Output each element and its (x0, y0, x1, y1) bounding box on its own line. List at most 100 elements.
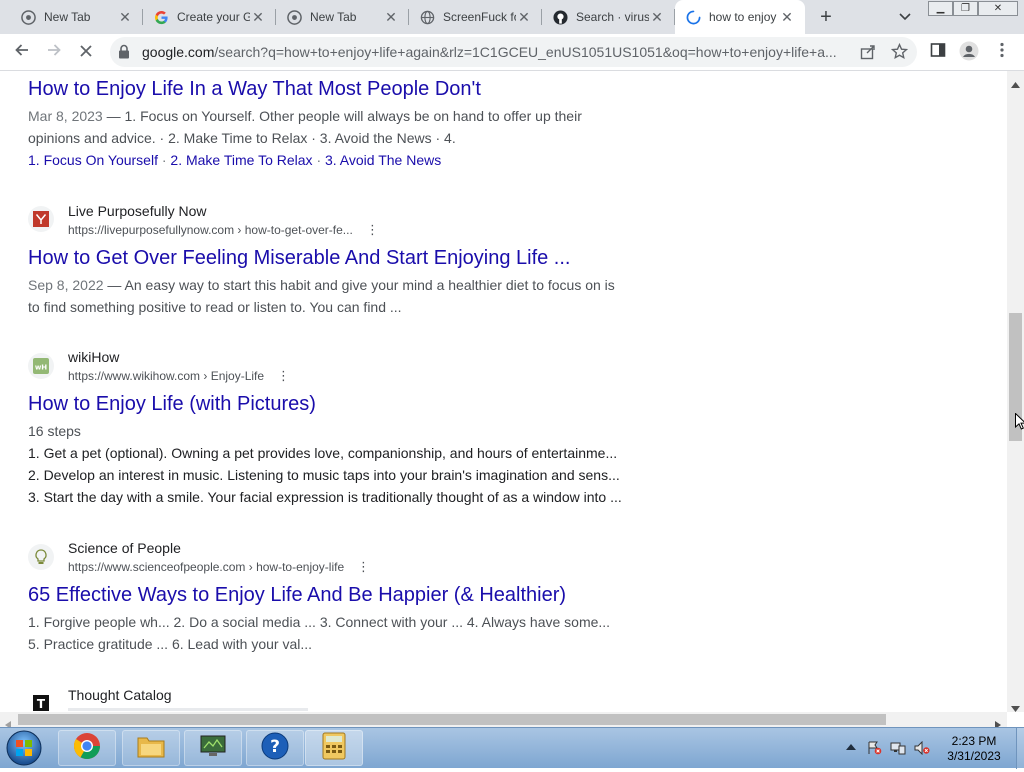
system-clock[interactable]: 2:23 PM 3/31/2023 (936, 734, 1012, 764)
result-site-name[interactable]: Thought Catalog (68, 687, 172, 703)
close-icon[interactable]: ✕ (779, 9, 795, 26)
taskbar-chrome[interactable] (58, 730, 116, 766)
result-step: 1. Get a pet (optional). Owning a pet pr… (28, 445, 618, 461)
result-step: 2. Develop an interest in music. Listeni… (28, 467, 620, 483)
result-snippet-line2: opinions and advice. · 2. Make Time to R… (28, 130, 456, 146)
vertical-scrollbar[interactable] (1007, 71, 1024, 712)
scroll-up-arrow-icon[interactable] (1011, 75, 1020, 93)
horizontal-scrollbar-thumb[interactable] (18, 714, 886, 725)
close-icon[interactable]: ✕ (516, 9, 532, 26)
result-snippet: Sep 8, 2022 — An easy way to start this … (28, 277, 615, 293)
windows-taskbar: ? 2:23 PM 3/31/2023 (0, 727, 1024, 769)
result-snippet-line2: 5. Practice gratitude ... 6. Lead with y… (28, 636, 313, 652)
taskbar-file-explorer[interactable] (122, 730, 180, 766)
sublink[interactable]: 2. Make Time To Relax (170, 152, 312, 168)
side-panel-icon[interactable] (926, 41, 950, 65)
result-site-name[interactable]: wikiHow (68, 349, 119, 365)
close-icon[interactable]: ✕ (117, 9, 133, 26)
tab-title: ScreenFuck fo (443, 10, 516, 24)
tab-strip: New Tab ✕ Create your G ✕ New Tab ✕ Scre… (0, 0, 1024, 34)
result-title-link[interactable]: 65 Effective Ways to Enjoy Life And Be H… (28, 584, 566, 607)
url-host: google.com (142, 44, 215, 60)
bookmark-star-icon[interactable] (890, 42, 909, 65)
clock-date: 3/31/2023 (947, 749, 1001, 763)
result-url[interactable]: https://livepurposefullynow.com › how-to… (68, 223, 353, 237)
forward-arrow-icon[interactable] (42, 41, 66, 65)
chrome-icon (20, 9, 36, 25)
tab-search-chevron-icon[interactable] (895, 7, 915, 27)
tab-new-tab-2[interactable]: New Tab ✕ (276, 0, 409, 34)
more-options-icon[interactable]: ⋮ (366, 223, 379, 237)
address-bar[interactable]: google.com/search?q=how+to+enjoy+life+ag… (110, 37, 917, 67)
separator: · (312, 152, 326, 168)
tab-how-to-enjoy[interactable]: how to enjoy ✕ (675, 0, 805, 34)
close-window-button[interactable]: ✕ (978, 1, 1018, 16)
back-arrow-icon[interactable] (10, 41, 34, 65)
url-text[interactable]: google.com/search?q=how+to+enjoy+life+ag… (142, 44, 847, 60)
result-url-cutoff (68, 708, 308, 711)
result-meta: 16 steps (28, 423, 81, 439)
more-options-icon[interactable]: ⋮ (357, 560, 370, 574)
result-title-link[interactable]: How to Enjoy Life (with Pictures) (28, 393, 316, 416)
science-of-people-favicon-icon (28, 544, 54, 570)
taskbar-computer[interactable] (184, 730, 242, 766)
tab-create-google[interactable]: Create your G ✕ (143, 0, 276, 34)
scroll-down-arrow-icon[interactable] (1011, 699, 1020, 717)
help-icon: ? (260, 731, 290, 766)
result-site-name[interactable]: Science of People (68, 540, 181, 556)
sublink[interactable]: 3. Avoid The News (325, 152, 441, 168)
menu-kebab-icon[interactable] (990, 41, 1014, 65)
snippet-text: — An easy way to start this habit and gi… (103, 277, 615, 293)
taskbar-calculator[interactable] (305, 730, 363, 766)
more-options-icon[interactable]: ⋮ (277, 369, 290, 383)
network-icon[interactable] (890, 741, 906, 755)
profile-avatar-icon[interactable] (957, 41, 981, 65)
tab-new-tab-1[interactable]: New Tab ✕ (10, 0, 143, 34)
close-icon[interactable]: ✕ (250, 9, 266, 26)
globe-icon (419, 9, 435, 25)
result-title-link[interactable]: How to Enjoy Life In a Way That Most Peo… (28, 78, 481, 101)
live-purposefully-favicon-icon (28, 206, 54, 232)
stop-loading-icon[interactable] (74, 41, 98, 65)
result-sublinks: 1. Focus On Yourself · 2. Make Time To R… (28, 152, 441, 168)
calculator-icon (321, 732, 347, 765)
taskbar-help[interactable]: ? (246, 730, 304, 766)
result-title-link[interactable]: How to Get Over Feeling Miserable And St… (28, 247, 570, 270)
result-date: Mar 8, 2023 (28, 108, 103, 124)
github-icon (552, 9, 568, 25)
tab-title: Create your G (177, 10, 250, 24)
clock-time: 2:23 PM (951, 734, 997, 748)
horizontal-scrollbar[interactable] (0, 712, 1007, 729)
google-icon (153, 9, 169, 25)
result-date: Sep 8, 2022 (28, 277, 104, 293)
sublink[interactable]: 1. Focus On Yourself (28, 152, 158, 168)
chrome-icon (286, 9, 302, 25)
snippet-text: — 1. Focus on Yourself. Other people wil… (102, 108, 582, 124)
maximize-button[interactable]: ❐ (953, 1, 978, 16)
close-icon[interactable]: ✕ (649, 9, 665, 26)
close-icon[interactable]: ✕ (383, 9, 399, 26)
lock-icon[interactable] (118, 44, 130, 64)
result-url[interactable]: https://www.wikihow.com › Enjoy-Life (68, 369, 264, 383)
show-desktop-button[interactable] (1016, 728, 1024, 769)
folder-icon (136, 733, 166, 764)
action-center-flag-icon[interactable] (866, 741, 882, 755)
new-tab-button[interactable]: + (815, 6, 837, 28)
result-snippet: Mar 8, 2023 — 1. Focus on Yourself. Othe… (28, 108, 582, 124)
tab-github-search[interactable]: Search · virus ✕ (542, 0, 675, 34)
tab-title: Search · virus (576, 10, 649, 24)
result-snippet: 1. Forgive people wh... 2. Do a social m… (28, 614, 611, 630)
start-button[interactable] (4, 729, 44, 767)
tab-screenfuck[interactable]: ScreenFuck fo ✕ (409, 0, 542, 34)
share-icon[interactable] (860, 44, 876, 65)
result-step: 3. Start the day with a smile. Your faci… (28, 489, 622, 505)
volume-muted-icon[interactable] (914, 740, 930, 756)
minimize-button[interactable]: ▁ (928, 1, 953, 16)
mouse-cursor-icon (1015, 412, 1024, 435)
tab-title: New Tab (310, 10, 357, 24)
result-url[interactable]: https://www.scienceofpeople.com › how-to… (68, 560, 344, 574)
url-path: /search?q=how+to+enjoy+life+again&rlz=1C… (214, 44, 837, 60)
result-site-name[interactable]: Live Purposefully Now (68, 203, 207, 219)
thought-catalog-favicon-icon: T (28, 690, 54, 712)
show-hidden-icons-icon[interactable] (843, 741, 859, 755)
